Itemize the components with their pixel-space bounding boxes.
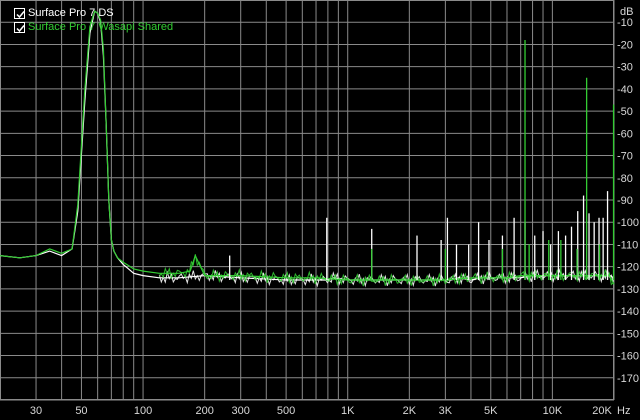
y-tick-label: -120 <box>617 262 639 274</box>
x-tick-label: 3K <box>439 405 453 417</box>
y-tick-label: -20 <box>617 39 633 51</box>
x-tick-label: 50 <box>75 405 87 417</box>
y-tick-label: -160 <box>617 351 639 363</box>
x-tick-label: 10K <box>543 405 563 417</box>
x-tick-label: 500 <box>277 405 295 417</box>
x-axis-unit-label: Hz <box>617 405 630 417</box>
y-tick-label: -70 <box>617 151 633 163</box>
y-tick-label: -50 <box>617 106 633 118</box>
y-tick-label: -10 <box>617 17 633 29</box>
y-tick-label: -90 <box>617 195 633 207</box>
x-tick-label: 20K <box>592 405 612 417</box>
y-tick-label: -40 <box>617 84 633 96</box>
y-tick-label: -140 <box>617 306 639 318</box>
y-tick-label: -150 <box>617 328 639 340</box>
y-tick-label: -30 <box>617 62 633 74</box>
y-axis-unit-label: dB <box>620 6 633 18</box>
x-tick-label: 1K <box>341 405 355 417</box>
legend-label: Surface Pro 7 Wasapi Shared <box>28 21 174 33</box>
x-tick-label: 2K <box>403 405 417 417</box>
x-tick-label: 300 <box>232 405 250 417</box>
x-tick-label: 200 <box>195 405 213 417</box>
y-tick-label: -110 <box>617 239 638 251</box>
spectrum-chart: -10 -20 -30 -40 -50 -60 -70 -80 -90 -100 -110 -120 -… <box>0 0 640 420</box>
legend-item-ds[interactable]: Surface Pro 7 DS <box>14 7 114 20</box>
x-tick-label: 30 <box>30 405 42 417</box>
x-tick-label: 100 <box>134 405 152 417</box>
checkbox-checked-icon[interactable] <box>14 8 25 19</box>
y-tick-label: -170 <box>617 373 639 385</box>
y-tick-label: -80 <box>617 173 633 185</box>
legend-item-wasapi[interactable]: Surface Pro 7 Wasapi Shared <box>14 21 174 34</box>
y-tick-label: -130 <box>617 284 639 296</box>
x-tick-label: 5K <box>484 405 498 417</box>
plot-background <box>0 0 640 420</box>
legend: Surface Pro 7 DS Surface Pro 7 Wasapi Sh… <box>10 7 190 39</box>
legend-label: Surface Pro 7 DS <box>28 7 114 19</box>
checkbox-checked-icon[interactable] <box>14 22 25 33</box>
y-tick-label: -60 <box>617 128 633 140</box>
y-tick-label: -100 <box>617 217 639 229</box>
